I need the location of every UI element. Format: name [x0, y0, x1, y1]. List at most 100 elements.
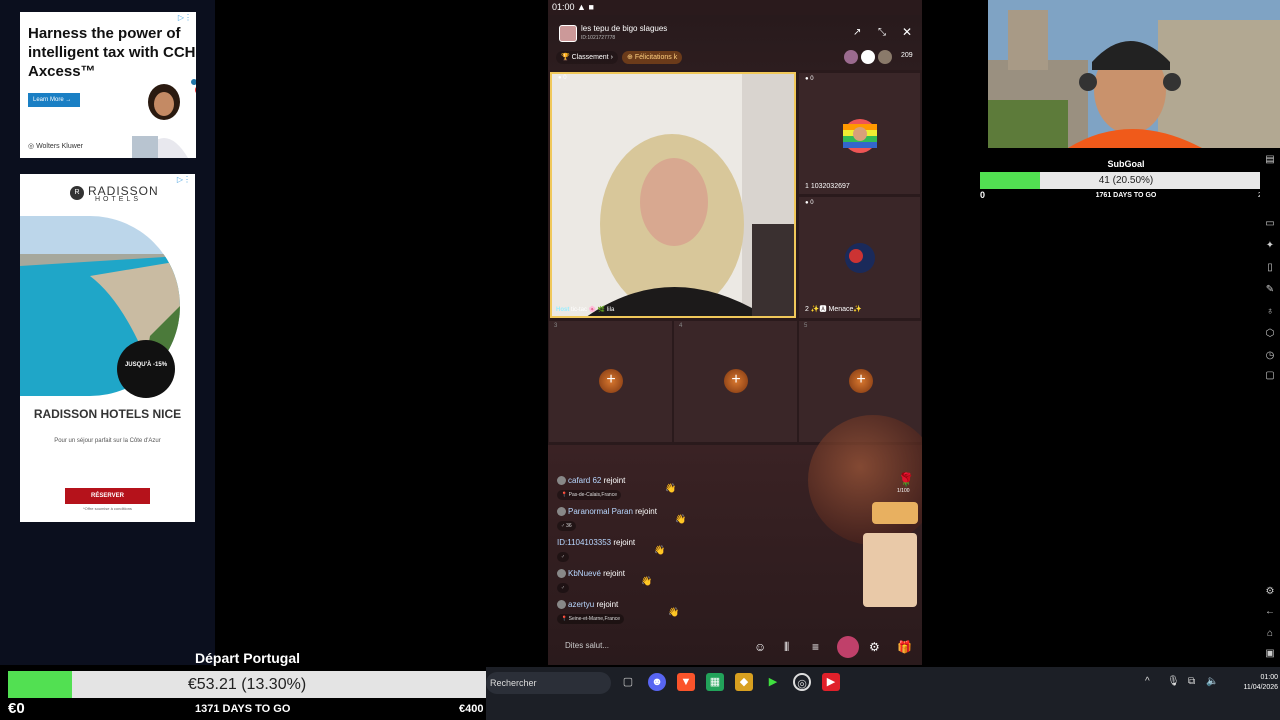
subgoal-title: SubGoal	[1107, 159, 1145, 169]
system-clock[interactable]: 01:00 11/04/2026	[1226, 673, 1278, 693]
location-badge: 📍 Pas-de-Calais,France	[557, 490, 621, 500]
location-badge: 📍 Seine-et-Marne,France	[557, 614, 625, 624]
host-video[interactable]: Host tic-tac 🌸 🌿 lila	[550, 72, 796, 318]
webcam-overlay	[988, 0, 1280, 148]
donation-max: €400	[459, 703, 484, 715]
seat-number: 4	[679, 323, 683, 329]
more-icon[interactable]: ⚙	[869, 640, 880, 654]
sidebar-tool-icon[interactable]: ▯	[1263, 262, 1277, 273]
chat-message: Paranormal Paran rejoint	[557, 507, 657, 517]
ad-title: RADISSON HOTELS NICE	[33, 407, 182, 421]
sidebar-tool-icon[interactable]: ▢	[1263, 370, 1277, 381]
guest-seat-1[interactable]: ● 0 1 1032032697	[798, 72, 921, 195]
status-bar: 01:00 ▲ ■	[552, 2, 594, 12]
taskbar-search[interactable]: Rechercher	[486, 672, 611, 694]
obs-icon[interactable]: ◎	[793, 673, 811, 691]
sidebar-tool-icon[interactable]: ⬡	[1263, 328, 1277, 339]
add-seat-icon[interactable]: +	[599, 369, 623, 393]
add-seat-icon[interactable]: +	[724, 369, 748, 393]
add-seat-icon[interactable]: +	[849, 369, 873, 393]
empty-seat-3[interactable]: 3 +	[548, 320, 673, 443]
gift-icon[interactable]: 🎁	[897, 640, 912, 654]
emoji-icon[interactable]: ☺	[754, 640, 766, 654]
close-icon[interactable]: ✕	[902, 25, 912, 39]
ad-fine-print: *Offre soumise à conditions	[83, 506, 132, 511]
settings-icon[interactable]: ⚙	[1263, 586, 1277, 597]
menu-icon[interactable]: ≡	[812, 640, 819, 654]
wave-icon[interactable]: 👋	[641, 576, 652, 587]
viewer-avatar[interactable]	[878, 50, 892, 64]
learn-more-button[interactable]: Learn More →	[28, 93, 80, 107]
ad-choices-icon[interactable]: ▷⋮	[178, 13, 192, 22]
hotel-ad[interactable]: ▷⋮ R RADISSON HOTELS JUSQU'À -15% RADISS…	[20, 174, 195, 522]
game-icon[interactable]	[837, 636, 859, 658]
event-card[interactable]	[863, 533, 917, 607]
wave-icon[interactable]: 👋	[675, 514, 686, 525]
room-title: les tepu de bigo slagues	[581, 24, 668, 33]
seat-name: 2 ✨🅰 Menace✨	[805, 306, 863, 313]
sidebar-tool-icon[interactable]: ♁	[1263, 306, 1277, 317]
seat-number: 3	[554, 323, 558, 329]
ranking-button[interactable]: 🏆 Classement ›	[556, 51, 618, 64]
network-icon[interactable]: ⧉	[1188, 676, 1195, 687]
subgoal-progress-text: 41 (20.50%)	[1098, 175, 1154, 186]
tax-ad[interactable]: ▷⋮ Harness the power of intelligent tax …	[20, 12, 196, 158]
empty-seat-4[interactable]: 4 +	[673, 320, 798, 443]
share-icon[interactable]: ↗	[853, 27, 861, 38]
pk-banner[interactable]	[872, 502, 918, 524]
gift-counter: 1/100	[897, 488, 910, 494]
discount-badge: JUSQU'À -15%	[117, 340, 175, 398]
sidebar-tool-icon[interactable]: ◷	[1263, 350, 1277, 361]
donation-progress-text: €53.21 (13.30%)	[187, 676, 307, 693]
tray-overflow-icon[interactable]: ^	[1145, 676, 1150, 687]
donation-min: €0	[8, 700, 25, 717]
live-room: 01:00 ▲ ■ les tepu de bigo slagues ID:10…	[548, 0, 922, 665]
discord-icon[interactable]: ☻	[648, 673, 666, 691]
subgoal-days: 1761 DAYS TO GO	[1095, 192, 1157, 199]
sidebar-tool-icon[interactable]: ✦	[1263, 240, 1277, 251]
host-score: ● 0	[558, 75, 567, 81]
seat-score: ● 0	[805, 200, 814, 206]
gender-badge: ♂	[557, 583, 569, 593]
gender-badge: ♂	[557, 552, 569, 562]
apps-icon[interactable]: ▣	[1263, 648, 1277, 659]
youtube-icon[interactable]: ▶	[822, 673, 840, 691]
play-icon[interactable]: ▶	[764, 673, 782, 691]
donation-days: 1371 DAYS TO GO	[195, 703, 291, 715]
chat-message: KbNuevé rejoint	[557, 569, 625, 579]
rose-gift-icon[interactable]: 🌹	[898, 472, 914, 488]
home-icon[interactable]: ⌂	[1263, 628, 1277, 639]
host-video-image	[552, 74, 794, 316]
viewer-avatar[interactable]	[844, 50, 858, 64]
spreadsheet-icon[interactable]: ▦	[706, 673, 724, 691]
ad-choices-icon[interactable]: ▷⋮	[177, 175, 191, 184]
room-avatar[interactable]	[559, 25, 577, 42]
chat-message: cafard 62 rejoint	[557, 476, 625, 486]
volume-icon[interactable]: 🔈	[1206, 676, 1218, 687]
wave-icon[interactable]: 👋	[665, 483, 676, 494]
sidebar-tool-icon[interactable]: ▤	[1263, 154, 1277, 165]
viewer-avatar[interactable]	[861, 50, 875, 64]
sidebar-tool-icon[interactable]: ▭	[1263, 218, 1277, 229]
microphone-icon[interactable]: 🎙	[1167, 676, 1180, 687]
host-label: Host tic-tac 🌸 🌿 lila	[556, 307, 615, 313]
task-view-icon[interactable]: ▢	[619, 673, 637, 691]
files-icon[interactable]: ◆	[735, 673, 753, 691]
sidebar-tool-icon[interactable]: ✎	[1263, 284, 1277, 295]
congrats-button[interactable]: ⊕ Félicitations k	[622, 51, 683, 64]
chat-input[interactable]: Dites salut...	[555, 635, 755, 657]
browser-sidebar: ▤ ▭ ✦ ▯ ✎ ♁ ⬡ ◷ ▢ ⚙ ← ⌂ ▣	[1260, 150, 1280, 665]
guest-seat-2[interactable]: ● 0 2 ✨🅰 Menace✨	[798, 196, 921, 319]
viewer-count[interactable]: 209	[901, 52, 913, 59]
wave-icon[interactable]: 👋	[654, 545, 665, 556]
brave-icon[interactable]: ▼	[677, 673, 695, 691]
minimize-icon[interactable]: ⤡	[878, 27, 886, 38]
reserve-button[interactable]: RÉSERVER	[65, 488, 150, 504]
back-icon[interactable]: ←	[1263, 606, 1277, 617]
gender-badge: ♂ 36	[557, 521, 576, 531]
woman-image	[132, 79, 196, 158]
wave-icon[interactable]: 👋	[668, 607, 679, 618]
webcam-image	[988, 0, 1280, 148]
seat-name: 1 1032032697	[805, 183, 850, 190]
voice-icon[interactable]: ⦀	[784, 640, 789, 655]
